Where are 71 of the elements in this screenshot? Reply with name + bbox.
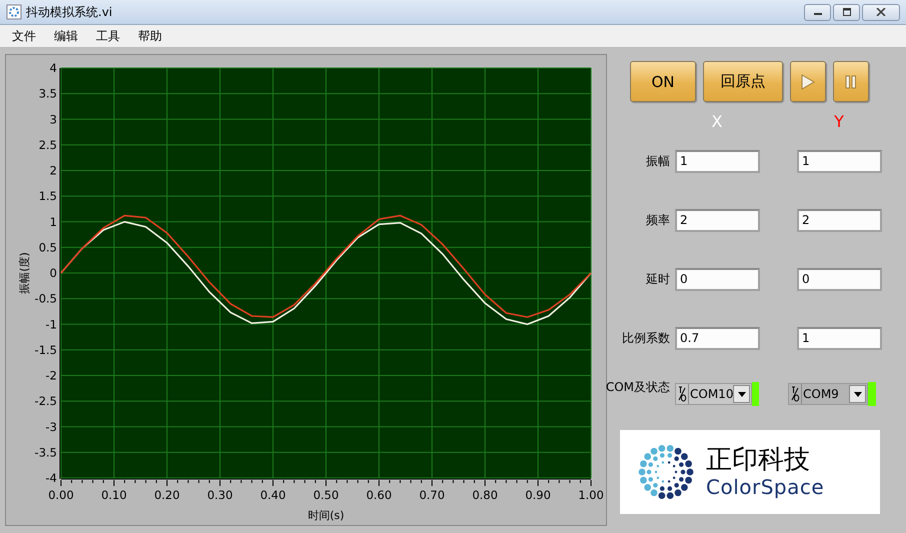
input-field[interactable]: 1	[675, 150, 760, 173]
y-tick-label: 0.5	[38, 240, 57, 254]
field-label: 延时	[645, 271, 671, 288]
y-tick-label: 3.5	[38, 86, 57, 101]
port-dropdown[interactable]: COM9	[788, 383, 868, 405]
x-axis-title: 时间(s)	[308, 509, 344, 522]
window-title: 抖动模拟系统.vi	[26, 4, 114, 20]
field-label: 比例系数	[621, 330, 671, 347]
maximize-button[interactable]	[833, 4, 860, 20]
caret-icon	[854, 392, 862, 396]
y-tick-label: 0	[50, 266, 57, 280]
input-field[interactable]: 2	[675, 209, 760, 232]
logo-drawing	[638, 444, 694, 500]
y-tick-label: 1.5	[38, 189, 57, 204]
input-field[interactable]: 0	[675, 268, 760, 291]
y-tick-label: 4	[50, 61, 57, 75]
y-tick-label: 2	[50, 164, 57, 178]
x-tick-label: 0.70	[419, 488, 445, 502]
x-tick-label: 0.20	[154, 488, 180, 502]
x-tick-label: 0.90	[525, 488, 551, 502]
pause-icon	[845, 74, 857, 88]
port-dropdown[interactable]: COM10	[675, 383, 752, 405]
close-button[interactable]	[862, 4, 900, 20]
logo-name: 正印科技	[706, 445, 811, 475]
menu-item[interactable]: 帮助	[138, 28, 162, 44]
x-tick-label: 1.00	[578, 488, 604, 502]
io-icon	[790, 386, 800, 402]
input-field[interactable]: 1	[797, 150, 882, 173]
y-tick-label: -2.5	[34, 394, 57, 408]
x-tick-label: 0.10	[101, 488, 127, 502]
x-tick-label: 0.60	[366, 488, 392, 502]
y-axis-title: 振幅(度)	[18, 252, 31, 294]
menu-item[interactable]: 文件	[12, 28, 36, 44]
field-label: 振幅	[645, 153, 671, 170]
y-tick-label: -1.5	[34, 342, 57, 357]
y-tick-label: 3	[50, 112, 57, 126]
field-label: 频率	[645, 212, 671, 229]
input-field[interactable]: 1	[797, 327, 882, 350]
input-field[interactable]: 0	[797, 268, 882, 291]
y-tick-label: 1	[50, 214, 57, 229]
y-tick-label: -4	[46, 471, 57, 485]
action-button[interactable]: 回原点	[703, 61, 783, 102]
y-tick-label: -3.5	[34, 445, 57, 460]
y-tick-label: -0.5	[34, 292, 57, 306]
close-icon	[876, 8, 886, 16]
maximize-icon	[842, 8, 852, 16]
minimize-button[interactable]	[804, 4, 831, 20]
x-tick-label: 0.50	[313, 488, 339, 502]
menu-item[interactable]: 编辑	[54, 28, 78, 44]
x-tick-label: 0.30	[207, 488, 233, 502]
column-header: Y	[833, 112, 845, 132]
input-field[interactable]: 2	[797, 209, 882, 232]
x-tick-label: 0.40	[260, 488, 286, 502]
input-field[interactable]: 0.7	[675, 327, 760, 350]
x-tick-label: 0.80	[472, 488, 498, 502]
column-header: X	[710, 112, 724, 132]
y-tick-label: -1	[46, 317, 57, 332]
caret-icon	[738, 392, 746, 396]
play-button[interactable]	[790, 61, 826, 102]
y-tick-label: -3	[46, 420, 57, 434]
y-tick-label: 2.5	[38, 138, 57, 152]
app-icon	[6, 4, 22, 20]
y-tick-label: -2	[46, 368, 57, 382]
io-icon	[677, 386, 687, 402]
field-label: COM及状态	[604, 378, 671, 396]
action-button[interactable]: ON	[630, 61, 696, 102]
menu-item[interactable]: 工具	[96, 28, 120, 44]
pause-button[interactable]	[833, 61, 869, 102]
x-tick-label: 0.00	[48, 488, 74, 502]
logo-brand: ColorSpace	[706, 475, 824, 499]
play-icon	[801, 74, 815, 90]
